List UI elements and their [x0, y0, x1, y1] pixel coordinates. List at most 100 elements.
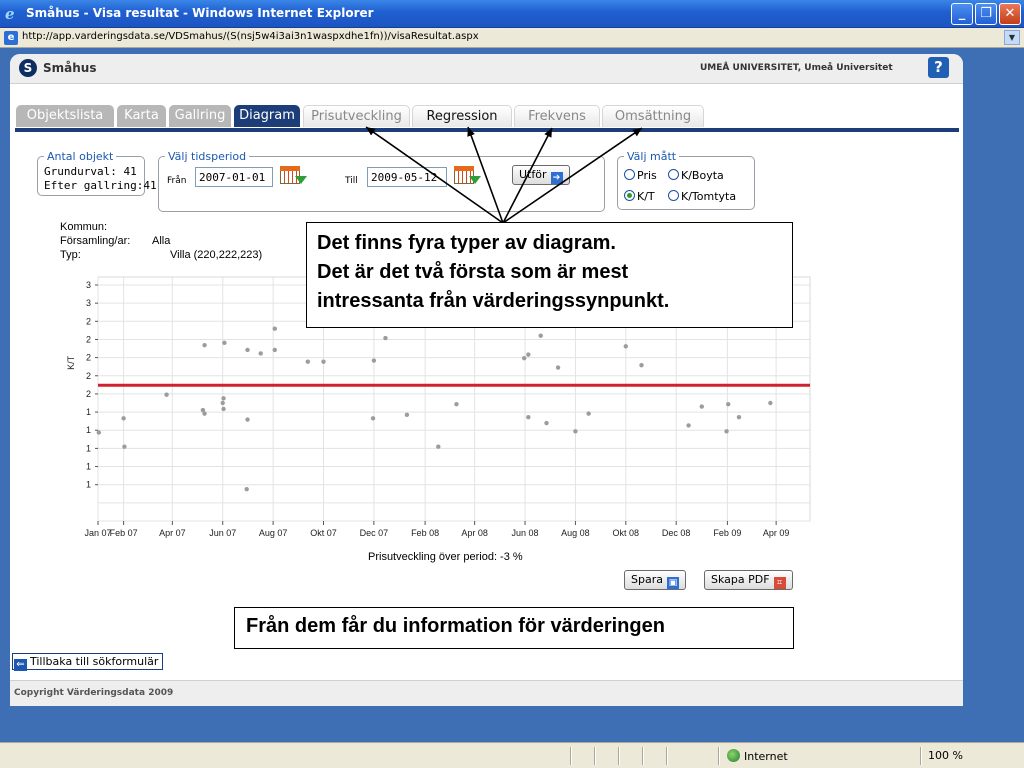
window-titlebar: e Småhus - Visa resultat - Windows Inter…	[0, 0, 1024, 28]
x-tick-label: Feb 07	[110, 528, 138, 538]
y-tick-label: 2	[86, 316, 91, 326]
y-tick-label: 1	[86, 462, 91, 472]
address-dropdown-icon[interactable]: ▼	[1004, 30, 1020, 45]
y-tick-label: 3	[86, 280, 91, 290]
back-button[interactable]: ⇐ Tillbaka till sökformulär	[12, 653, 164, 671]
chart-caption: Prisutveckling över period: -3 %	[368, 551, 523, 563]
data-point	[686, 423, 691, 428]
data-point	[623, 344, 629, 349]
close-button[interactable]: ✕	[999, 3, 1021, 25]
data-point	[258, 351, 263, 356]
x-tick-label: Apr 07	[159, 528, 186, 538]
window-title: Småhus - Visa resultat - Windows Interne…	[26, 6, 374, 20]
callout-arrow	[502, 127, 643, 224]
data-point	[544, 420, 549, 426]
data-point	[586, 411, 591, 416]
pdf-button[interactable]: Skapa PDF ⌗	[704, 570, 793, 590]
callout-arrows	[365, 126, 643, 224]
x-tick-label: Aug 07	[259, 528, 288, 538]
data-point	[370, 416, 376, 421]
data-point	[121, 416, 126, 421]
x-tick-label: Dec 07	[360, 528, 389, 538]
y-tick-label: 2	[86, 389, 91, 399]
ie-logo-icon: e	[5, 5, 15, 23]
security-zone: Internet	[727, 749, 788, 763]
maximize-button[interactable]: ❐	[975, 3, 997, 25]
data-point	[526, 352, 531, 357]
data-point	[726, 401, 731, 407]
data-point	[699, 404, 704, 409]
x-tick-label: Dec 08	[662, 528, 691, 538]
data-point	[221, 406, 226, 412]
data-point	[454, 401, 459, 407]
x-tick-label: Jun 07	[209, 528, 236, 538]
zoom-level[interactable]: 100 %	[928, 749, 963, 762]
x-tick-label: Jan 07	[84, 528, 111, 538]
y-tick-label: 1	[86, 407, 91, 417]
data-point	[736, 414, 742, 420]
callout-line-2: Det är det två första som är mest	[317, 261, 629, 283]
y-tick-label: 2	[86, 371, 91, 381]
data-point	[522, 355, 527, 361]
data-point	[321, 359, 326, 364]
data-point	[272, 326, 277, 331]
globe-icon	[727, 749, 740, 762]
floppy-icon: ▣	[666, 577, 679, 589]
callout-information: Från dem får du information för värderin…	[234, 607, 794, 649]
data-point	[404, 412, 410, 417]
x-tick-label: Jun 08	[512, 528, 539, 538]
back-button-label: Tillbaka till sökformulär	[30, 655, 159, 668]
data-point	[724, 429, 729, 434]
x-tick-label: Apr 08	[461, 528, 488, 538]
y-tick-label: 1	[86, 443, 91, 453]
data-point	[221, 396, 226, 401]
y-tick-label: 2	[86, 353, 91, 363]
callout-line-1: Det finns fyra typer av diagram.	[317, 232, 616, 254]
x-tick-label: Feb 08	[411, 528, 439, 538]
back-arrow-icon: ⇐	[14, 659, 27, 671]
y-tick-label: 2	[86, 334, 91, 344]
data-point	[244, 486, 249, 492]
data-point	[371, 358, 377, 363]
data-point	[555, 365, 561, 370]
data-point	[164, 392, 169, 397]
data-point	[305, 359, 311, 364]
callout-arrow	[502, 127, 553, 224]
data-point	[573, 429, 578, 434]
page-icon: e	[4, 31, 18, 45]
data-point	[122, 444, 127, 449]
y-tick-label: 1	[86, 480, 91, 490]
app-page: S Småhus UMEÅ UNIVERSITET, Umeå Universi…	[10, 54, 963, 706]
data-point	[639, 363, 644, 368]
copyright-text: Copyright Värderingsdata 2009	[14, 688, 174, 698]
y-tick-label: 1	[86, 425, 91, 435]
data-point	[383, 335, 388, 341]
data-point	[245, 417, 250, 422]
data-point	[202, 411, 207, 416]
data-point	[245, 347, 250, 353]
x-tick-label: Apr 09	[763, 528, 790, 538]
page-footer: Copyright Värderingsdata 2009	[10, 680, 963, 706]
address-url[interactable]: http://app.varderingsdata.se/VDSmahus/(S…	[22, 31, 479, 42]
save-button-label: Spara	[631, 573, 663, 586]
x-tick-label: Okt 07	[310, 528, 337, 538]
address-bar: e http://app.varderingsdata.se/VDSmahus/…	[0, 28, 1024, 48]
y-tick-label: 3	[86, 298, 91, 308]
callout-arrow	[467, 126, 504, 224]
data-point	[526, 414, 531, 420]
callout-line-3: intressanta från värderingssynpunkt.	[317, 290, 670, 312]
callout-chart-types: Det finns fyra typer av diagram. Det är …	[306, 222, 793, 328]
data-point	[538, 333, 543, 338]
data-point	[96, 430, 102, 435]
x-tick-label: Okt 08	[613, 528, 640, 538]
data-point	[222, 340, 227, 346]
save-button[interactable]: Spara ▣	[624, 570, 686, 590]
x-tick-label: Aug 08	[561, 528, 590, 538]
status-bar: Internet 100 %	[0, 742, 1024, 768]
data-point	[436, 444, 441, 449]
data-point	[768, 400, 773, 406]
data-point	[272, 347, 277, 353]
pdf-button-label: Skapa PDF	[711, 573, 770, 586]
x-tick-label: Feb 09	[713, 528, 741, 538]
minimize-button[interactable]: _	[951, 3, 973, 25]
